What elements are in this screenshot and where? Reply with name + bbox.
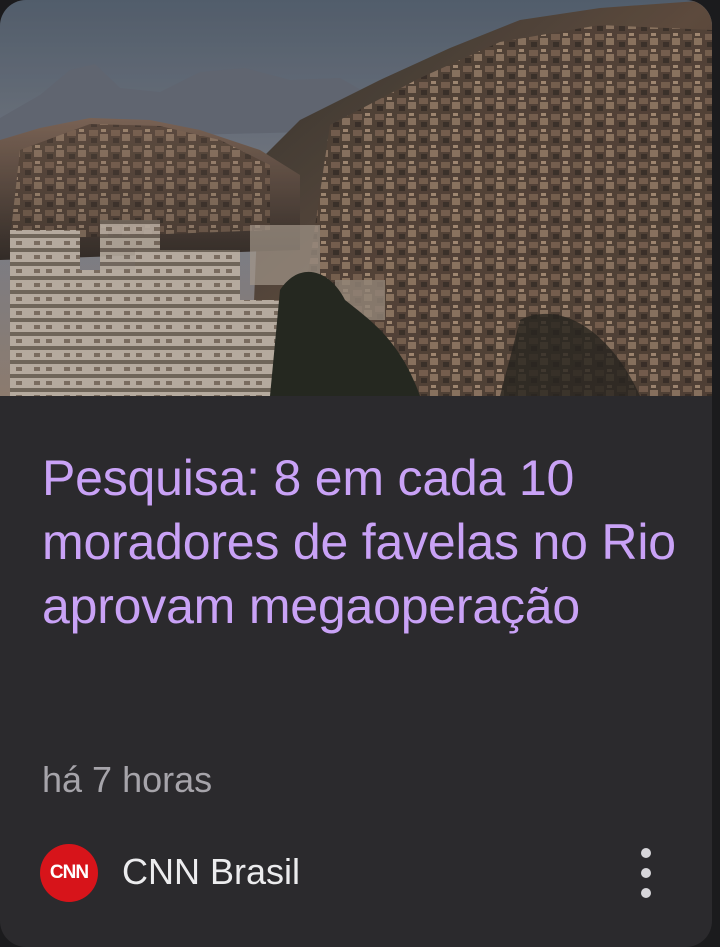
menu-dot [641, 848, 651, 858]
favela-photo [0, 0, 712, 396]
cnn-logo-icon: CNN [40, 844, 98, 902]
source-row: CNN CNN Brasil [40, 842, 690, 902]
more-vertical-icon[interactable] [634, 848, 658, 898]
logo-text: CNN [49, 862, 89, 883]
source-name: CNN Brasil [122, 851, 301, 892]
menu-dot [641, 888, 651, 898]
menu-dot [641, 868, 651, 878]
article-image[interactable] [0, 0, 712, 396]
news-card[interactable]: Pesquisa: 8 em cada 10 moradores de fave… [0, 0, 712, 947]
article-timestamp: há 7 horas [42, 759, 213, 800]
article-headline[interactable]: Pesquisa: 8 em cada 10 moradores de fave… [42, 446, 682, 638]
